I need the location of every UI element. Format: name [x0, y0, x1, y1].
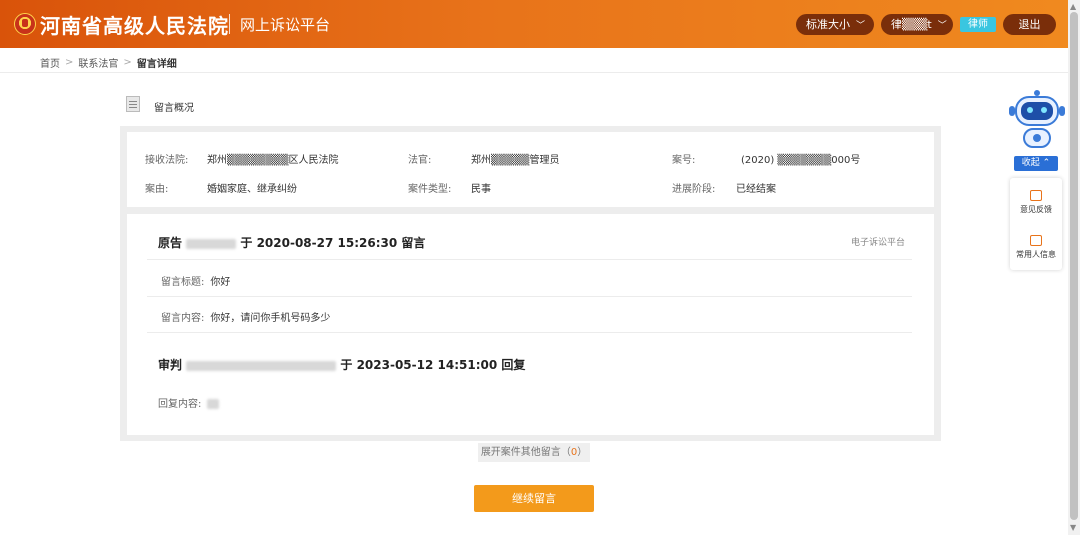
message-content-label: 留言内容:	[161, 313, 205, 324]
feedback-item[interactable]: 意见反馈	[1010, 190, 1062, 215]
stage-label: 进展阶段:	[672, 184, 716, 195]
message-content-field: 留言内容: 你好，请问你手机号码多少	[161, 309, 330, 324]
section-title: 留言概况	[154, 103, 194, 114]
case-number-value: (2020) ▒▒▒▒▒▒▒000号	[741, 155, 861, 166]
document-icon	[126, 96, 140, 112]
judge-value: 郑州▒▒▒▒▒管理员	[471, 155, 560, 166]
message-title-label: 留言标题:	[161, 277, 205, 288]
message-timestamp: 于 2020-08-27 15:26:30 留言	[240, 236, 426, 250]
continue-message-button[interactable]: 继续留言	[474, 485, 594, 512]
message-title-value: 你好	[210, 277, 231, 288]
divider	[147, 332, 912, 333]
scroll-down-icon[interactable]: ▼	[1070, 523, 1076, 532]
message-content-value: 你好，请问你手机号码多少	[210, 313, 331, 324]
platform-name: 网上诉讼平台	[240, 16, 331, 34]
contacts-label: 常用人信息	[1016, 250, 1056, 259]
breadcrumb: 首页 > 联系法官 > 留言详细	[40, 55, 177, 70]
breadcrumb-home[interactable]: 首页	[40, 59, 60, 70]
court-value: 郑州▒▒▒▒▒▒▒▒区人民法院	[207, 155, 339, 166]
cause-label: 案由:	[145, 184, 169, 195]
chevron-down-icon: ﹀	[856, 21, 866, 31]
role-badge: 律师	[960, 17, 996, 32]
stage-value: 已经结案	[736, 184, 776, 195]
expand-other-messages-button[interactable]: 展开案件其他留言（0）	[478, 443, 590, 462]
case-info-box	[127, 132, 934, 207]
assistant-robot-icon[interactable]	[1007, 90, 1067, 152]
breadcrumb-contact[interactable]: 联系法官	[78, 59, 118, 70]
contacts-icon	[1030, 235, 1042, 246]
message-source: 电子诉讼平台	[851, 238, 906, 248]
header-divider	[229, 14, 230, 34]
breadcrumb-current: 留言详细	[136, 59, 177, 70]
collapse-button[interactable]: 收起 ⌃	[1014, 156, 1058, 171]
scroll-up-icon[interactable]: ▲	[1070, 2, 1076, 11]
court-label: 接收法院:	[145, 155, 189, 166]
case-type-label: 案件类型:	[408, 184, 452, 195]
message-header: 原告 于 2020-08-27 15:26:30 留言	[158, 234, 425, 251]
divider	[147, 296, 912, 297]
scrollbar-thumb[interactable]	[1070, 12, 1078, 520]
reply-header: 审判 于 2023-05-12 14:51:00 回复	[158, 356, 525, 373]
chevron-right-icon: >	[123, 57, 132, 68]
case-type-value: 民事	[471, 184, 491, 195]
logout-button[interactable]: 退出	[1003, 14, 1056, 35]
message-title-field: 留言标题: 你好	[161, 273, 230, 288]
reply-author-prefix: 审判	[158, 358, 183, 372]
collapse-label: 收起	[1021, 158, 1040, 168]
reply-content-label: 回复内容:	[158, 399, 202, 410]
feedback-label: 意见反馈	[1020, 205, 1052, 214]
expand-label: 展开案件其他留言	[480, 447, 561, 458]
expand-count: 0	[570, 447, 578, 458]
case-number-label: 案号:	[672, 155, 696, 166]
redacted-name	[186, 360, 337, 371]
feedback-icon	[1030, 190, 1042, 201]
chevron-right-icon: >	[65, 57, 74, 68]
redacted-name	[186, 238, 237, 249]
divider	[147, 259, 912, 260]
side-menu: 意见反馈 常用人信息	[1010, 178, 1062, 270]
font-size-dropdown[interactable]: 标准大小 ﹀	[796, 14, 874, 35]
contacts-item[interactable]: 常用人信息	[1010, 235, 1062, 260]
user-label: 律▒▒▒t	[891, 18, 932, 31]
reply-timestamp: 于 2023-05-12 14:51:00 回复	[340, 358, 526, 372]
redacted-reply	[207, 399, 220, 409]
message-author-prefix: 原告	[158, 236, 183, 250]
chevron-down-icon: ﹀	[937, 21, 947, 31]
court-emblem-icon	[14, 13, 36, 35]
judge-label: 法官:	[408, 155, 432, 166]
font-size-label: 标准大小	[806, 18, 850, 31]
cause-value: 婚姻家庭、继承纠纷	[207, 184, 297, 195]
court-name: 河南省高级人民法院	[40, 14, 229, 38]
reply-content-field: 回复内容:	[158, 395, 220, 410]
breadcrumb-divider	[0, 72, 1068, 73]
user-dropdown[interactable]: 律▒▒▒t ﹀	[881, 14, 953, 35]
